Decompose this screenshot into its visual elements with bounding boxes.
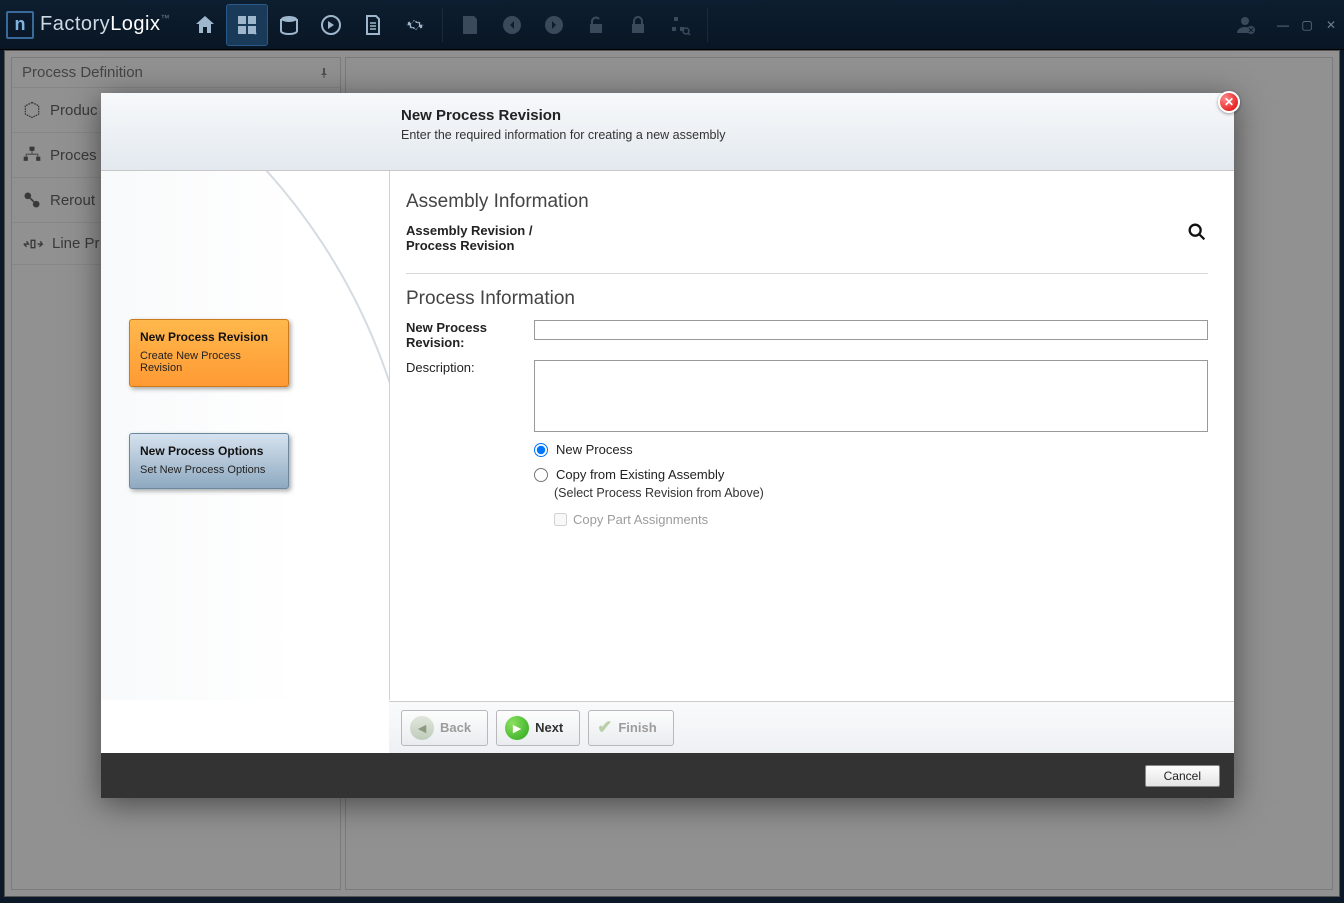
undo-icon[interactable]: [491, 4, 533, 46]
save-icon[interactable]: [449, 4, 491, 46]
minimize-button[interactable]: —: [1276, 18, 1290, 32]
wizard-header: New Process Revision Enter the required …: [101, 93, 1234, 171]
new-process-revision-wizard: ✕ New Process Revision Enter the require…: [101, 93, 1234, 798]
radio-new-process[interactable]: [534, 443, 548, 457]
label-description: Description:: [406, 360, 534, 375]
close-button[interactable]: ✕: [1324, 18, 1338, 32]
grid-edit-icon[interactable]: [226, 4, 268, 46]
back-button[interactable]: ◄Back: [401, 710, 488, 746]
section-assembly-info: Assembly Information: [406, 191, 1208, 213]
document-icon[interactable]: [352, 4, 394, 46]
maximize-button[interactable]: ▢: [1300, 18, 1314, 32]
radio-copy-existing-label: Copy from Existing Assembly: [556, 467, 724, 482]
wizard-footer: Cancel: [101, 753, 1234, 798]
unlock-icon[interactable]: [575, 4, 617, 46]
search-icon[interactable]: [1186, 221, 1208, 249]
wizard-steps-panel: New Process Revision Create New Process …: [101, 171, 389, 700]
wizard-step-desc: Set New Process Options: [140, 464, 278, 476]
home-icon[interactable]: [184, 4, 226, 46]
radio-new-process-label: New Process: [556, 442, 633, 457]
radio-copy-existing[interactable]: [534, 468, 548, 482]
app-toolbar: n FactoryLogix™ — ▢ ✕: [0, 0, 1344, 50]
window-controls: — ▢ ✕: [1276, 18, 1338, 32]
globe-arrow-icon[interactable]: [310, 4, 352, 46]
wizard-subtitle: Enter the required information for creat…: [401, 128, 1234, 142]
button-label: Next: [535, 720, 563, 735]
checkbox-copy-parts-label: Copy Part Assignments: [573, 512, 708, 527]
cancel-button[interactable]: Cancel: [1145, 765, 1220, 787]
label-new-process-revision: New Process Revision:: [406, 320, 534, 350]
assembly-rev-label-2: Process Revision: [406, 238, 532, 253]
assembly-rev-label-1: Assembly Revision /: [406, 223, 532, 238]
wizard-step-process-options[interactable]: New Process Options Set New Process Opti…: [129, 433, 289, 489]
finish-button[interactable]: ✔Finish: [588, 710, 673, 746]
gear-icon[interactable]: [394, 4, 436, 46]
copy-hint: (Select Process Revision from Above): [554, 486, 1208, 500]
app-brand: FactoryLogix™: [40, 13, 170, 36]
input-new-process-revision[interactable]: [534, 320, 1208, 340]
checkbox-copy-parts: [554, 513, 567, 526]
next-button[interactable]: ►Next: [496, 710, 580, 746]
lock-icon[interactable]: [617, 4, 659, 46]
close-icon[interactable]: ✕: [1218, 91, 1240, 113]
database-icon[interactable]: [268, 4, 310, 46]
button-label: Finish: [618, 720, 656, 735]
section-process-info: Process Information: [406, 288, 1208, 310]
redo-icon[interactable]: [533, 4, 575, 46]
user-icon[interactable]: [1224, 4, 1266, 46]
app-logo-icon: n: [6, 11, 34, 39]
wizard-title: New Process Revision: [401, 107, 1234, 124]
wizard-form: Assembly Information Assembly Revision /…: [389, 171, 1234, 700]
input-description[interactable]: [534, 360, 1208, 432]
button-label: Back: [440, 720, 471, 735]
wizard-step-title: New Process Revision: [140, 330, 278, 344]
button-label: Cancel: [1164, 769, 1201, 783]
wizard-nav: ◄Back ►Next ✔Finish: [389, 701, 1234, 753]
wizard-step-desc: Create New Process Revision: [140, 350, 278, 374]
wizard-step-title: New Process Options: [140, 444, 278, 458]
wizard-step-new-revision[interactable]: New Process Revision Create New Process …: [129, 319, 289, 387]
tree-search-icon[interactable]: [659, 4, 701, 46]
